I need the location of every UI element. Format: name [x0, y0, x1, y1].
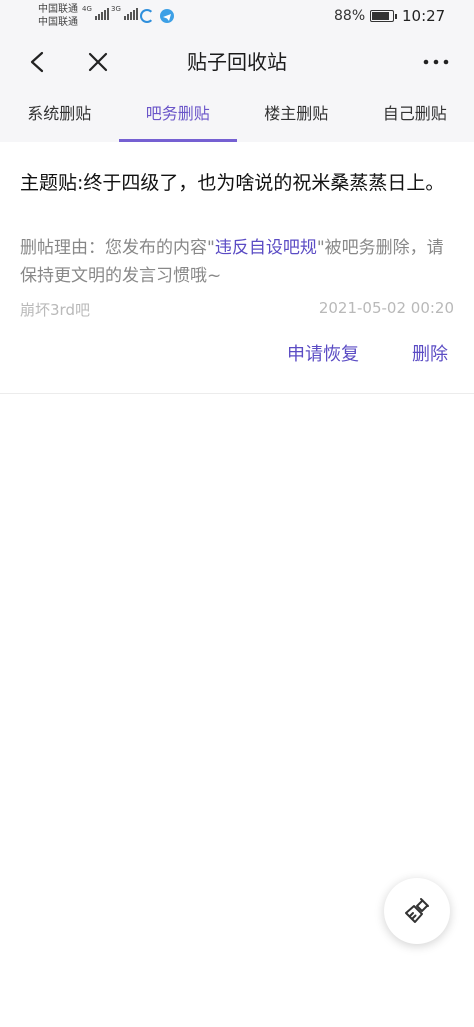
broom-icon: [405, 898, 429, 923]
tab-moderator-deleted[interactable]: 吧务删贴: [118, 90, 238, 142]
post-time: 2021-05-02 00:20: [318, 299, 454, 317]
app-notification-icon: [140, 9, 154, 23]
clean-button[interactable]: [384, 878, 450, 944]
tab-owner-deleted[interactable]: 楼主删贴: [237, 90, 356, 142]
battery-icon: [370, 10, 397, 22]
carrier-info: 中国联通 中国联通: [38, 3, 78, 29]
close-icon: [88, 52, 108, 72]
signal-4g-icon: 4G: [82, 6, 109, 20]
battery-percent: 88%: [334, 8, 366, 24]
reason-prefix: 删帖理由：您发布的内容": [20, 238, 215, 258]
tab-self-deleted[interactable]: 自己删贴: [356, 90, 474, 142]
tab-bar: 系统删贴 吧务删贴 楼主删贴 自己删贴: [0, 90, 474, 142]
more-button[interactable]: [412, 34, 460, 90]
delete-button[interactable]: 删除: [412, 340, 448, 366]
delete-reason: 删帖理由：您发布的内容"违反自设吧规"被吧务删除，请保持更文明的发言习惯哦~: [20, 234, 460, 290]
carrier-1: 中国联通: [38, 4, 78, 15]
signal-3g-icon: 3G: [111, 6, 138, 20]
network-type-1: 4G: [82, 5, 92, 13]
status-time: 10:27: [402, 7, 446, 25]
close-button[interactable]: [74, 34, 122, 90]
status-bar: 中国联通 中国联通 4G 3G 88% 10:27: [0, 0, 474, 34]
forum-name: 崩坏3rd吧: [20, 301, 90, 319]
appeal-restore-button[interactable]: 申请恢复: [287, 340, 359, 366]
back-button[interactable]: [14, 34, 62, 90]
header-bar: 贴子回收站: [0, 34, 474, 90]
forum-rules-link[interactable]: 违反自设吧规: [215, 238, 317, 258]
carrier-2: 中国联通: [38, 17, 78, 28]
chevron-left-icon: [30, 51, 44, 73]
tab-system-deleted[interactable]: 系统删贴: [0, 90, 119, 142]
network-type-2: 3G: [111, 5, 121, 13]
page-title: 贴子回收站: [187, 50, 287, 74]
deleted-post-card: 主题贴:终于四级了，也为啥说的祝米桑蒸蒸日上。 删帖理由：您发布的内容"违反自设…: [0, 142, 474, 394]
more-horizontal-icon: [423, 59, 449, 65]
battery-fill: [372, 12, 389, 20]
telegram-notification-icon: [160, 9, 174, 23]
post-title[interactable]: 主题贴:终于四级了，也为啥说的祝米桑蒸蒸日上。: [20, 168, 460, 199]
